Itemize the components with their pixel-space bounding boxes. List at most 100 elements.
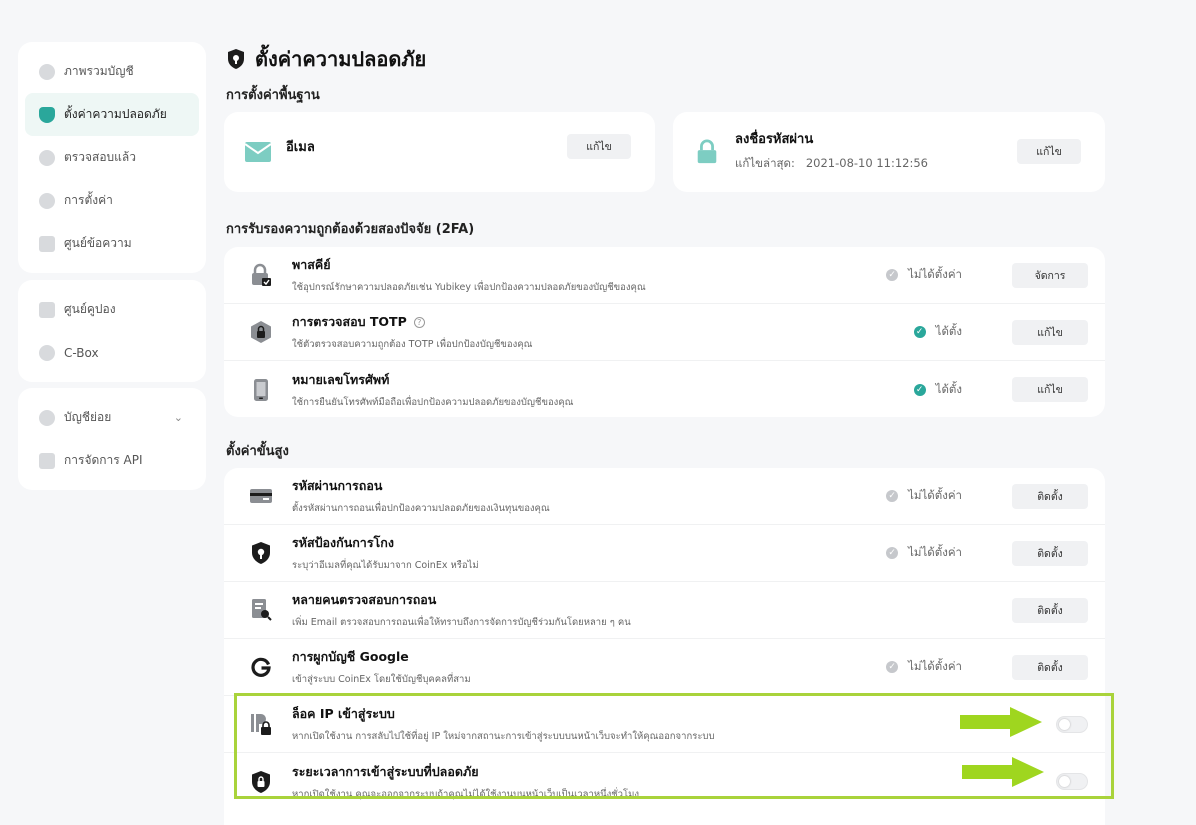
status-text: ไม่ได้ตั้งค่า <box>908 545 962 559</box>
phone-title: หมายเลขโทรศัพท์ <box>292 371 390 387</box>
google-binding-desc: เข้าสู่ระบบ CoinEx โดยใช้บัญชีบุคคลที่สา… <box>292 674 471 685</box>
pie-chart-icon <box>39 63 55 80</box>
ip-lock-icon <box>250 712 272 736</box>
sidebar-group-accounts: บัญชีย่อย ⌄ การจัดการ API <box>18 388 206 490</box>
page-title: ตั้งค่าความปลอดภัย <box>226 43 426 75</box>
section-heading-2fa: การรับรองความถูกต้องด้วยสองปัจจัย (2FA) <box>226 222 475 237</box>
status-badge: ✓ ไม่ได้ตั้งค่า <box>886 266 962 284</box>
sidebar-item-coupon-center[interactable]: ศูนย์คูปอง <box>25 288 199 331</box>
section-heading-advanced: ตั้งค่าขั้นสูง <box>226 444 289 459</box>
sidebar-item-label: การตั้งค่า <box>64 193 113 207</box>
arrow-right-icon <box>960 707 1042 737</box>
status-text: ไม่ได้ตั้งค่า <box>908 488 962 502</box>
list-item-totp: การตรวจสอบ TOTP? ใช้ตัวตรวจสอบความถูกต้อ… <box>224 304 1105 361</box>
sidebar-item-api-management[interactable]: การจัดการ API <box>25 439 199 482</box>
totp-desc: ใช้ตัวตรวจสอบความถูกต้อง TOTP เพื่อปกป้อ… <box>292 339 533 350</box>
list-item-google-binding: การผูกบัญชี Google เข้าสู่ระบบ CoinEx โด… <box>224 639 1105 696</box>
status-badge: ✓ ไม่ได้ตั้งค่า <box>886 544 962 562</box>
status-unset-icon: ✓ <box>886 490 899 502</box>
sidebar-item-security-settings[interactable]: ตั้งค่าความปลอดภัย <box>25 93 199 136</box>
sidebar-item-label: C-Box <box>64 345 99 360</box>
passkey-lock-icon <box>250 263 272 287</box>
passkey-title: พาสคีย์ <box>292 257 331 272</box>
ip-lock-toggle[interactable] <box>1056 715 1088 733</box>
status-badge: ✓ ไม่ได้ตั้งค่า <box>886 487 962 505</box>
sidebar-item-verified[interactable]: ตรวจสอบแล้ว <box>25 136 199 179</box>
sidebar-item-label: ศูนย์คูปอง <box>64 302 116 316</box>
multi-approval-title: หลายคนตรวจสอบการถอน <box>292 592 437 607</box>
status-unset-icon: ✓ <box>886 547 899 559</box>
anti-phishing-title: รหัสป้องกันการโกง <box>292 535 394 550</box>
manage-passkey-button[interactable]: จัดการ <box>1012 262 1088 288</box>
safe-login-desc: หากเปิดใช้งาน คุณจะออกจากระบบถ้าคุณไม่ได… <box>292 788 640 800</box>
setup-multi-approval-button[interactable]: ติดตั้ง <box>1012 597 1088 623</box>
status-badge: ✓ ได้ตั้ง <box>913 323 962 341</box>
phone-desc: ใช้การยืนยันโทรศัพท์มือถือเพื่อปกป้องควา… <box>292 396 574 408</box>
sidebar-item-label: ตั้งค่าความปลอดภัย <box>64 107 167 121</box>
safe-login-toggle[interactable] <box>1056 773 1088 790</box>
password-modified: แก้ไขล่าสุด: 2021-08-10 11:12:56 <box>735 155 928 173</box>
list-item-anti-phishing: รหัสป้องกันการโกง ระบุว่าอีเมลที่คุณได้ร… <box>224 525 1105 582</box>
status-text: ได้ตั้ง <box>935 324 962 338</box>
phone-icon <box>250 378 272 402</box>
shield-lock-icon <box>250 770 272 794</box>
edit-phone-button[interactable]: แก้ไข <box>1012 377 1088 402</box>
sidebar-item-cbox[interactable]: C-Box <box>25 331 199 374</box>
sidebar-item-label: ภาพรวมบัญชี <box>64 64 134 78</box>
page-title-text: ตั้งค่าความปลอดภัย <box>255 47 427 71</box>
sidebar-item-label: ตรวจสอบแล้ว <box>64 150 136 164</box>
shield-icon <box>39 106 55 123</box>
modified-value: 2021-08-10 11:12:56 <box>805 155 928 170</box>
google-binding-title: การผูกบัญชี Google <box>292 649 409 664</box>
password-card: ลงชื่อรหัสผ่าน แก้ไขล่าสุด: 2021-08-10 1… <box>673 112 1105 192</box>
message-icon <box>39 235 55 252</box>
setup-withdrawal-password-button[interactable]: ติดตั้ง <box>1012 483 1088 509</box>
edit-email-button[interactable]: แก้ไข <box>567 133 631 159</box>
list-item-multi-approval: หลายคนตรวจสอบการถอน เพิ่ม Email ตรวจสอบก… <box>224 582 1105 639</box>
help-icon[interactable]: ? <box>413 316 425 328</box>
multi-approval-desc: เพิ่ม Email ตรวจสอบการถอนเพื่อให้ทราบถึง… <box>292 617 631 628</box>
shield-icon <box>228 49 244 69</box>
withdrawal-password-desc: ตั้งรหัสผ่านการถอนเพื่อปกป้องความปลอดภัย… <box>292 503 550 514</box>
gear-icon <box>39 192 55 209</box>
totp-title-text: การตรวจสอบ TOTP <box>292 314 407 329</box>
status-text: ไม่ได้ตั้งค่า <box>908 659 962 673</box>
passkey-desc: ใช้อุปกรณ์รักษาความปลอดภัยเช่น Yubikey เ… <box>292 282 646 293</box>
email-icon <box>244 142 272 162</box>
modified-label: แก้ไขล่าสุด: <box>735 155 795 170</box>
totp-title: การตรวจสอบ TOTP? <box>292 312 1105 332</box>
lock-icon <box>697 139 717 164</box>
setup-anti-phishing-button[interactable]: ติดตั้ง <box>1012 540 1088 566</box>
box-icon <box>39 344 55 361</box>
twofa-card: พาสคีย์ ใช้อุปกรณ์รักษาความปลอดภัยเช่น Y… <box>224 247 1105 417</box>
edit-password-button[interactable]: แก้ไข <box>1017 138 1081 164</box>
verified-badge-icon <box>39 149 55 166</box>
status-badge: ✓ ไม่ได้ตั้งค่า <box>886 658 962 676</box>
anti-phishing-shield-icon <box>250 541 272 565</box>
api-icon <box>39 452 55 469</box>
sidebar-item-settings[interactable]: การตั้งค่า <box>25 179 199 222</box>
document-search-icon <box>250 598 272 622</box>
sidebar-group-rewards: ศูนย์คูปอง C-Box <box>18 280 206 382</box>
sidebar-item-label: ศูนย์ข้อความ <box>64 236 132 250</box>
status-text: ไม่ได้ตั้งค่า <box>908 267 962 281</box>
sidebar-item-sub-account[interactable]: บัญชีย่อย ⌄ <box>25 396 199 439</box>
chevron-down-icon: ⌄ <box>173 411 183 424</box>
status-unset-icon: ✓ <box>886 661 899 673</box>
anti-phishing-desc: ระบุว่าอีเมลที่คุณได้รับมาจาก CoinEx หรื… <box>292 560 479 571</box>
list-item-passkey: พาสคีย์ ใช้อุปกรณ์รักษาความปลอดภัยเช่น Y… <box>224 247 1105 304</box>
check-circle-icon: ✓ <box>913 383 926 396</box>
status-text: ได้ตั้ง <box>935 381 962 396</box>
setup-google-binding-button[interactable]: ติดตั้ง <box>1012 654 1088 680</box>
sidebar-group-account: ภาพรวมบัญชี ตั้งค่าความปลอดภัย ตรวจสอบแล… <box>18 42 206 273</box>
sidebar-item-label: บัญชีย่อย <box>64 410 112 424</box>
withdrawal-password-title: รหัสผ่านการถอน <box>292 478 383 493</box>
sidebar-item-account-overview[interactable]: ภาพรวมบัญชี <box>25 50 199 93</box>
totp-hexagon-icon <box>250 320 272 344</box>
status-badge: ✓ ได้ตั้ง <box>913 381 962 399</box>
arrow-right-icon <box>962 757 1044 787</box>
sidebar-item-label: การจัดการ API <box>64 453 143 467</box>
sub-account-icon <box>39 409 55 426</box>
edit-totp-button[interactable]: แก้ไข <box>1012 319 1088 345</box>
sidebar-item-message-center[interactable]: ศูนย์ข้อความ <box>25 222 199 265</box>
